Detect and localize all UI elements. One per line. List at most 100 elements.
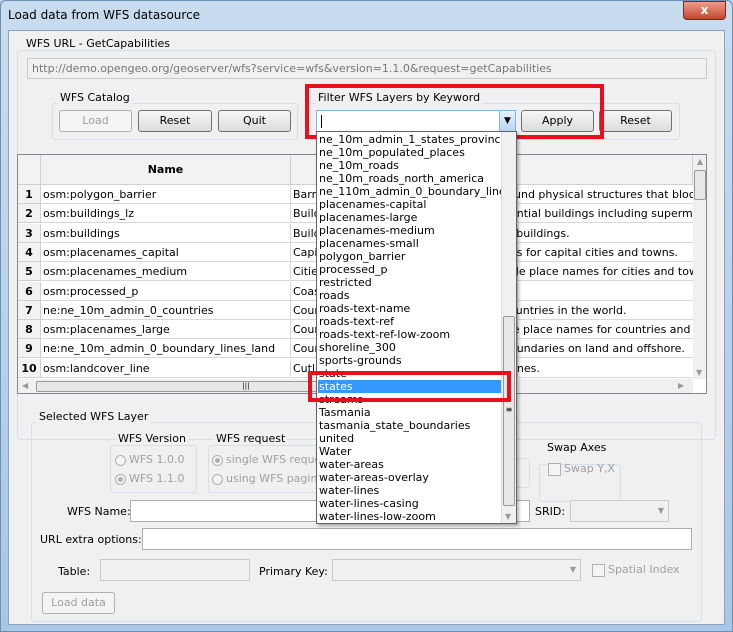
- wfs-request-label: WFS request: [214, 432, 288, 445]
- table-field[interactable]: [100, 559, 250, 581]
- cell-description[interactable]: t lines.: [501, 359, 693, 378]
- dropdown-item[interactable]: tasmania_state_boundaries: [318, 419, 501, 432]
- row-number[interactable]: 10: [18, 358, 41, 378]
- layer-dropdown-list[interactable]: ne_10m_admin_1_states_provinces_lne_10m_…: [316, 131, 517, 524]
- row-number[interactable]: 7: [18, 300, 41, 320]
- dropdown-item[interactable]: ne_10m_populated_places: [318, 146, 501, 159]
- url-extra-label: URL extra options:: [40, 533, 142, 546]
- cell-description[interactable]: s.: [501, 282, 693, 301]
- filter-reset-button[interactable]: Reset: [599, 110, 672, 132]
- dropdown-item[interactable]: ne_110m_admin_0_boundary_lines_la: [318, 185, 501, 198]
- scroll-right-icon[interactable]: ▶: [678, 381, 684, 390]
- row-number[interactable]: 3: [18, 223, 41, 243]
- cell-name[interactable]: osm:landcover_line: [41, 358, 291, 378]
- scroll-up-icon[interactable]: ▲: [693, 157, 706, 166]
- dropdown-item[interactable]: ne_10m_roads_north_america: [318, 172, 501, 185]
- row-number[interactable]: 9: [18, 339, 41, 359]
- table-vertical-scrollbar[interactable]: ▲ ▼: [693, 155, 706, 379]
- swap-axes-label: Swap Axes: [545, 441, 609, 454]
- column-header-name[interactable]: Name: [41, 155, 291, 185]
- cell-description[interactable]: round physical structures that block c: [501, 185, 693, 204]
- catalog-reset-button[interactable]: Reset: [138, 110, 212, 132]
- chevron-down-icon: ▼: [569, 565, 576, 574]
- dropdown-scroll-thumb[interactable]: ≡: [503, 316, 515, 506]
- dropdown-item[interactable]: water-lines-casing: [318, 497, 501, 510]
- dropdown-item[interactable]: placenames-large: [318, 211, 501, 224]
- wfs-version-label: WFS Version: [116, 432, 188, 445]
- url-extra-field[interactable]: [142, 528, 692, 550]
- dropdown-item[interactable]: roads-text-name: [318, 302, 501, 315]
- dropdown-item[interactable]: Tasmania: [318, 406, 501, 419]
- radio-icon: [212, 473, 223, 485]
- url-group-label: WFS URL - GetCapabilities: [24, 37, 173, 50]
- radio-single-request[interactable]: single WFS request: [212, 453, 331, 466]
- cell-description[interactable]: al buildings.: [501, 224, 693, 243]
- scroll-left-icon[interactable]: ◀: [22, 381, 28, 390]
- cell-name[interactable]: osm:placenames_large: [41, 320, 291, 340]
- scroll-down-icon[interactable]: ▼: [696, 368, 702, 377]
- dropdown-item[interactable]: placenames-medium: [318, 224, 501, 237]
- dropdown-item[interactable]: roads: [318, 289, 501, 302]
- dropdown-item[interactable]: united: [318, 432, 501, 445]
- cell-description[interactable]: countries in the world.: [501, 301, 693, 320]
- row-number[interactable]: 5: [18, 262, 41, 282]
- swap-yx-checkbox[interactable]: Swap Y,X: [548, 462, 615, 476]
- dropdown-item[interactable]: placenames-capital: [318, 198, 501, 211]
- dropdown-item[interactable]: roads-text-ref-low-zoom: [318, 328, 501, 341]
- cell-name[interactable]: osm:buildings_lz: [41, 204, 291, 224]
- cell-name[interactable]: ne:ne_10m_admin_0_boundary_lines_land: [41, 339, 291, 359]
- dropdown-item[interactable]: water-lines: [318, 484, 501, 497]
- dropdown-item[interactable]: Water: [318, 445, 501, 458]
- cell-name[interactable]: osm:placenames_medium: [41, 262, 291, 282]
- cell-name[interactable]: osm:placenames_capital: [41, 242, 291, 262]
- row-number[interactable]: 2: [18, 204, 41, 224]
- radio-icon-selected: [212, 454, 223, 466]
- dropdown-item[interactable]: restricted: [318, 276, 501, 289]
- row-number[interactable]: 4: [18, 242, 41, 262]
- radio-label: using WFS paging: [226, 472, 325, 485]
- load-data-button[interactable]: Load data: [42, 592, 115, 614]
- close-button[interactable]: x: [683, 1, 726, 20]
- dropdown-item[interactable]: placenames-small: [318, 237, 501, 250]
- checkbox-icon: [592, 563, 605, 577]
- primary-key-combobox[interactable]: ▼: [332, 559, 581, 581]
- cell-description[interactable]: nes for capital cities and towns.: [501, 243, 693, 262]
- cell-name[interactable]: osm:buildings: [41, 223, 291, 243]
- corner-header: [18, 155, 41, 185]
- scroll-down-icon[interactable]: ▼: [505, 512, 511, 521]
- cell-description[interactable]: dential buildings including supermarke: [501, 204, 693, 224]
- radio-wfs-110[interactable]: WFS 1.1.0: [115, 472, 184, 485]
- cell-name[interactable]: osm:processed_p: [41, 281, 291, 301]
- cell-name[interactable]: ne:ne_10m_admin_0_countries: [41, 300, 291, 320]
- dropdown-item[interactable]: polygon_barrier: [318, 250, 501, 263]
- row-number[interactable]: 1: [18, 185, 41, 204]
- scroll-thumb[interactable]: [694, 170, 706, 200]
- dropdown-item[interactable]: ne_10m_roads: [318, 159, 501, 172]
- row-number[interactable]: 6: [18, 281, 41, 301]
- dropdown-item[interactable]: water-areas-overlay: [318, 471, 501, 484]
- dropdown-item[interactable]: sports-grounds: [318, 354, 501, 367]
- radio-wfs-paging[interactable]: using WFS paging: [212, 472, 324, 485]
- url-field[interactable]: http://demo.opengeo.org/geoserver/wfs?se…: [27, 58, 707, 79]
- quit-button[interactable]: Quit: [218, 110, 291, 132]
- primary-key-label: Primary Key:: [259, 565, 328, 578]
- row-number[interactable]: 8: [18, 320, 41, 340]
- dropdown-item[interactable]: water-areas: [318, 458, 501, 471]
- radio-wfs-100[interactable]: WFS 1.0.0: [115, 453, 184, 466]
- cell-description[interactable]: boundaries on land and offshore.: [501, 339, 693, 359]
- radio-label: WFS 1.0.0: [129, 453, 185, 466]
- load-button[interactable]: Load: [59, 110, 132, 132]
- dropdown-item[interactable]: water-lines-low-zoom: [318, 510, 501, 523]
- cell-description[interactable]: cale place names for cities and town: [501, 262, 693, 282]
- dropdown-item[interactable]: processed_p: [318, 263, 501, 276]
- spatial-index-checkbox[interactable]: Spatial Index: [592, 563, 680, 577]
- dropdown-scrollbar[interactable]: ≡ ▼: [501, 132, 516, 523]
- srid-combobox[interactable]: ▼: [570, 500, 669, 522]
- radio-label: WFS 1.1.0: [129, 472, 185, 485]
- cell-name[interactable]: osm:polygon_barrier: [41, 185, 291, 204]
- wfs-name-label: WFS Name:: [67, 505, 131, 518]
- cell-description[interactable]: ale place names for countries and sta: [501, 320, 693, 340]
- dropdown-item[interactable]: shoreline_300: [318, 341, 501, 354]
- dropdown-item[interactable]: roads-text-ref: [318, 315, 501, 328]
- dropdown-item[interactable]: ne_10m_admin_1_states_provinces_l: [318, 133, 501, 146]
